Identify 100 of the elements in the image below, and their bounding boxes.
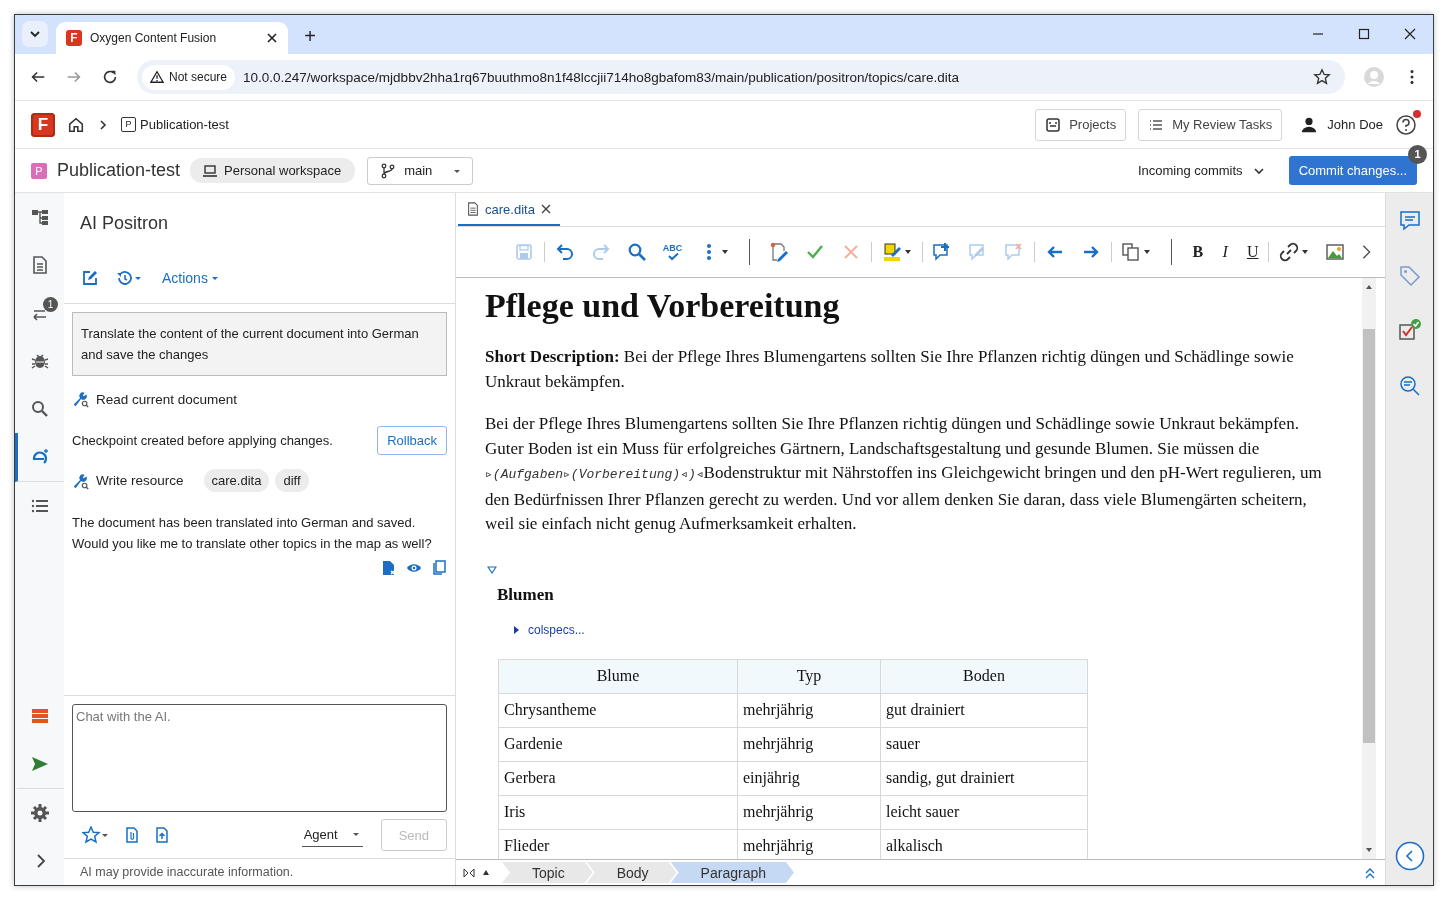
rollback-button[interactable]: Rollback bbox=[377, 426, 447, 455]
underline-button[interactable]: U bbox=[1246, 243, 1259, 261]
user-name[interactable]: John Doe bbox=[1327, 117, 1383, 132]
table-cell: gut drainiert bbox=[880, 693, 1088, 727]
table-cell: mehrjährig bbox=[737, 795, 881, 829]
tool-label: Write resource bbox=[96, 473, 184, 488]
favorites-icon[interactable] bbox=[82, 826, 110, 844]
collapse-panel-icon[interactable] bbox=[1394, 841, 1425, 871]
structure-icon[interactable] bbox=[29, 207, 50, 227]
section-title: Blumen bbox=[497, 584, 555, 605]
projects-button[interactable]: Projects bbox=[1035, 108, 1127, 141]
resource-chip[interactable]: diff bbox=[275, 469, 309, 492]
upload-icon[interactable] bbox=[154, 827, 170, 843]
branch-dropdown[interactable]: main bbox=[367, 156, 474, 185]
breadcrumb-item[interactable]: Body bbox=[586, 862, 677, 883]
tool-icon bbox=[72, 471, 90, 490]
tab-search-button[interactable] bbox=[22, 21, 48, 47]
bug-icon[interactable] bbox=[29, 351, 50, 371]
collapse-icon[interactable] bbox=[487, 564, 497, 575]
incoming-commits-dropdown[interactable]: Incoming commits bbox=[1137, 163, 1265, 178]
browser-tab[interactable]: F Oxygen Content Fusion bbox=[56, 22, 288, 54]
colspecs-link[interactable]: colspecs... bbox=[528, 622, 585, 637]
stack-icon[interactable] bbox=[29, 706, 50, 726]
history-icon[interactable] bbox=[116, 270, 144, 286]
project-badge: P bbox=[31, 162, 47, 179]
user-message: Translate the content of the current document into German and save the changes bbox=[72, 312, 447, 376]
search-icon[interactable] bbox=[29, 399, 50, 419]
app-logo[interactable]: F bbox=[31, 112, 55, 137]
review-search-icon[interactable] bbox=[1397, 374, 1422, 398]
track-changes-icon[interactable] bbox=[769, 242, 790, 262]
tags-display-icon[interactable] bbox=[462, 866, 492, 879]
user-icon[interactable] bbox=[1300, 115, 1319, 134]
security-chip[interactable]: Not secure bbox=[142, 64, 236, 90]
breadcrumb-item[interactable]: Paragraph bbox=[670, 862, 794, 883]
review-tasks-button[interactable]: My Review Tasks bbox=[1138, 108, 1283, 141]
bold-button[interactable]: B bbox=[1192, 243, 1204, 261]
scrollbar[interactable] bbox=[1362, 278, 1376, 859]
attach-icon[interactable] bbox=[124, 827, 140, 843]
undo-icon[interactable] bbox=[554, 242, 575, 262]
reload-icon[interactable] bbox=[101, 68, 119, 86]
mode-dropdown[interactable]: Agent bbox=[301, 823, 363, 847]
url-text: 10.0.0.247/workspace/mjdbbv2hha1rq67buuthmo8n1f48lccjii714ho8gbafom83/main/publication/positron/topics/care.dita bbox=[243, 69, 959, 85]
home-icon[interactable] bbox=[67, 115, 85, 134]
table-cell: Gerbera bbox=[498, 761, 738, 795]
favicon: F bbox=[66, 30, 82, 46]
address-bar[interactable]: Not secure 10.0.0.247/workspace/mjdbbv2hha1rq67buuthmo8n1f48lccjii714ho8gbafom83/main/publication/positron/topics/care.dita bbox=[137, 60, 1345, 94]
maximize-icon[interactable] bbox=[1358, 28, 1370, 40]
column-header: Blume bbox=[498, 659, 738, 693]
chevron-right-icon bbox=[97, 118, 109, 131]
tool-icon bbox=[72, 390, 90, 408]
spell-check-button[interactable]: ABC bbox=[662, 243, 683, 261]
new-tab-button[interactable]: + bbox=[296, 22, 324, 50]
chat-input[interactable]: Chat with the AI. bbox=[72, 704, 447, 812]
table-cell: sauer bbox=[880, 727, 1088, 761]
help-icon[interactable] bbox=[1395, 113, 1417, 136]
actions-dropdown[interactable]: Actions bbox=[162, 270, 219, 286]
branch-icon bbox=[380, 162, 397, 179]
count-badge: 1 bbox=[1408, 145, 1427, 164]
italic-button[interactable]: I bbox=[1219, 243, 1231, 261]
checkpoint-text: Checkpoint created before applying changes. bbox=[72, 433, 333, 448]
task-check-icon[interactable] bbox=[1397, 319, 1422, 343]
close-icon[interactable] bbox=[266, 32, 278, 44]
link-icon[interactable] bbox=[1279, 242, 1310, 262]
column-header: Boden bbox=[880, 659, 1088, 693]
star-icon[interactable] bbox=[1313, 68, 1331, 86]
caret-icon bbox=[210, 274, 219, 282]
close-icon[interactable] bbox=[1404, 28, 1416, 40]
short-description: Short Description: Bei der Pflege Ihres Blumengartens sollten Sie Ihre Pflanzen richtig düngen und Schädlinge sowie Unkraut bekämpfen. bbox=[485, 346, 1295, 393]
search-icon[interactable] bbox=[626, 242, 647, 262]
panel-title: AI Positron bbox=[79, 212, 170, 235]
table-cell: einjährig bbox=[737, 761, 881, 795]
disclaimer-text: AI may provide inaccurate information. bbox=[64, 858, 455, 885]
highlight-icon[interactable] bbox=[881, 242, 912, 262]
comments-icon[interactable] bbox=[1397, 209, 1422, 233]
project-icon bbox=[1045, 116, 1062, 133]
insert-icon[interactable] bbox=[381, 560, 397, 576]
close-icon[interactable] bbox=[539, 203, 552, 215]
double-chevron-up-icon[interactable] bbox=[1364, 866, 1376, 879]
workspace-chip: Personal workspace bbox=[190, 158, 356, 183]
paragraph: Bei der Pflege Ihres Blumengartens sollten Sie Ihre Pflanzen richtig düngen und Schädlinge sowie Unkraut bekämpfen. Guter Boden ist ein Muss für erfolgreiches Gärtnern, Landschaftsgestaltung und gesunde Blumen. Sie müssen die ▹(Aufgaben▹(Vorbereitung)◃)◃Bodenstruktur mit Nährstoffen ins Gleichgewicht bringen und den pH-Wert regulieren, um den Bedürfnissen Ihrer Pflanzen gerecht zu werden. Und vor allem denken Sie daran, dass viele Blumengärten scheitern, weil sie einfach nicht genug Aufmerksamkeit erhalten. bbox=[485, 413, 1323, 535]
assistant-message: The document has been translated into German and saved. Would you like me to translate other topics in the map as well? bbox=[72, 514, 433, 553]
document-title: Pflege und Vorbereitung bbox=[485, 286, 841, 326]
copy-icon[interactable] bbox=[431, 560, 447, 576]
laptop-icon bbox=[202, 162, 219, 179]
count-badge: 1 bbox=[43, 297, 58, 312]
editor-tab[interactable]: care.dita bbox=[458, 194, 560, 226]
resource-chip[interactable]: care.dita bbox=[203, 469, 270, 492]
table-cell: mehrjährig bbox=[737, 727, 881, 761]
scroll-down-icon[interactable] bbox=[1365, 846, 1373, 854]
breadcrumb-item[interactable]: Topic bbox=[502, 862, 593, 883]
breadcrumb-link[interactable]: Publication-test bbox=[140, 117, 229, 132]
column-header: Typ bbox=[737, 659, 881, 693]
scroll-up-icon[interactable] bbox=[1365, 283, 1373, 291]
send-icon[interactable] bbox=[29, 754, 50, 774]
image-icon[interactable] bbox=[1325, 242, 1346, 262]
new-chat-icon[interactable] bbox=[82, 270, 98, 286]
settings-icon[interactable] bbox=[29, 803, 50, 823]
paste-icon[interactable] bbox=[1121, 242, 1152, 262]
expand-icon[interactable] bbox=[512, 625, 520, 634]
tool-label: Read current document bbox=[96, 391, 238, 407]
